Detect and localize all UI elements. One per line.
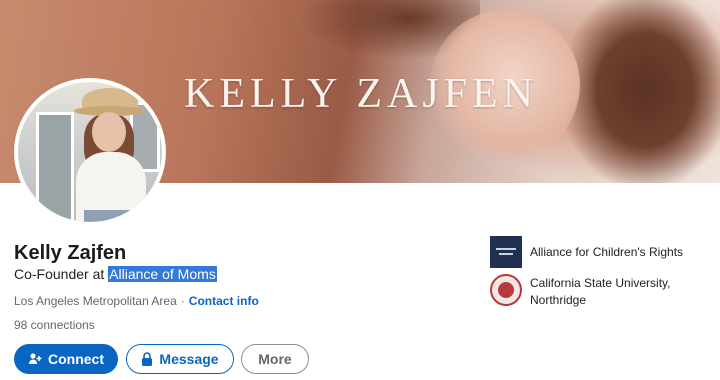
- connect-button[interactable]: Connect: [14, 344, 118, 374]
- separator-dot: ·: [180, 294, 185, 308]
- more-label: More: [258, 351, 292, 367]
- message-label: Message: [159, 351, 219, 367]
- current-company[interactable]: Alliance for Children's Rights: [490, 236, 683, 268]
- university-seal-icon: [490, 274, 522, 306]
- company-logo-icon: [490, 236, 522, 268]
- current-company-name: Alliance for Children's Rights: [530, 245, 684, 259]
- contact-info-link[interactable]: Contact info: [189, 294, 259, 308]
- add-person-icon: [28, 352, 42, 366]
- education-line-1: California State University,: [530, 276, 671, 290]
- profile-name: Kelly Zajfen: [14, 242, 127, 264]
- headline-prefix: Co-Founder at: [14, 266, 109, 282]
- connections-count[interactable]: 98 connections: [14, 318, 95, 332]
- more-button[interactable]: More: [241, 344, 309, 374]
- avatar-photo-detail: [84, 210, 140, 222]
- profile-headline: Co-Founder at Alliance of Moms: [14, 266, 217, 282]
- message-button[interactable]: Message: [126, 344, 234, 374]
- profile-location: Los Angeles Metropolitan Area: [14, 294, 177, 308]
- connect-label: Connect: [48, 351, 104, 367]
- profile-avatar[interactable]: [14, 78, 166, 226]
- education-line-2: Northridge: [530, 293, 587, 307]
- avatar-photo-detail: [92, 112, 126, 152]
- lock-icon: [141, 352, 153, 366]
- profile-location-line: Los Angeles Metropolitan Area · Contact in…: [14, 294, 259, 308]
- avatar-photo-detail: [36, 112, 74, 222]
- headline-company-link[interactable]: Alliance of Moms: [108, 266, 217, 282]
- education[interactable]: California State University, Northridge: [490, 274, 671, 309]
- education-name: California State University, Northridge: [530, 274, 671, 309]
